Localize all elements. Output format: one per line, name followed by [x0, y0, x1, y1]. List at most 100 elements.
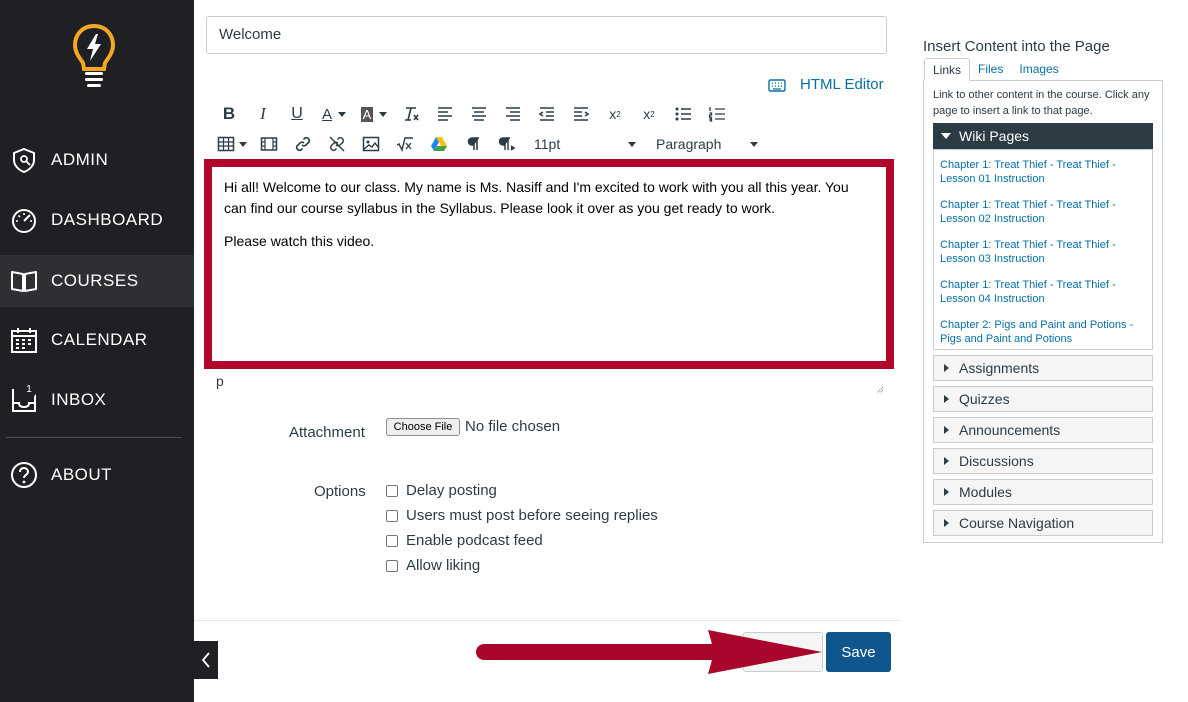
remove-link-button[interactable] — [320, 131, 354, 157]
indent-button[interactable] — [564, 101, 598, 127]
choose-file-button[interactable]: Choose File — [386, 418, 460, 436]
nav-item-about[interactable]: ABOUT — [0, 449, 194, 501]
insert-link-button[interactable] — [286, 131, 320, 157]
section-label: Assignments — [959, 360, 1040, 376]
wiki-page-link[interactable]: Chapter 2: Pigs and Paint and Potions - … — [940, 318, 1146, 346]
wiki-pages-list: Chapter 1: Treat Thief - Treat Thief - L… — [933, 149, 1153, 350]
nav-label-about: ABOUT — [51, 465, 113, 484]
italic-button[interactable]: I — [246, 101, 280, 127]
nav-item-admin[interactable]: ADMIN — [0, 134, 194, 186]
subscript-button[interactable]: x2 — [632, 101, 666, 127]
ltr-direction-button[interactable] — [456, 131, 490, 157]
insert-math-button[interactable] — [388, 131, 422, 157]
caret-right-icon — [944, 395, 949, 403]
section-modules[interactable]: Modules — [933, 479, 1153, 505]
keyboard-icon — [768, 78, 786, 92]
nav-label-calendar: CALENDAR — [51, 330, 148, 349]
media-button[interactable] — [252, 131, 286, 157]
option-delay-posting[interactable]: Delay posting — [386, 482, 497, 499]
option-podcast-feed[interactable]: Enable podcast feed — [386, 532, 543, 549]
inbox-unread-badge: 1 — [21, 382, 37, 398]
tab-files[interactable]: Files — [970, 58, 1011, 81]
bullet-list-icon — [675, 107, 691, 121]
save-button[interactable]: Save — [826, 632, 891, 672]
rich-text-editor-body[interactable]: Hi all! Welcome to our class. My name is… — [204, 159, 894, 369]
google-drive-button[interactable] — [422, 131, 456, 157]
section-quizzes[interactable]: Quizzes — [933, 386, 1153, 412]
calendar-icon — [11, 328, 37, 353]
font-size-select[interactable]: 11pt — [530, 131, 640, 157]
book-icon — [11, 271, 37, 292]
square-root-icon — [396, 137, 413, 153]
chevron-down-icon — [750, 141, 758, 147]
text-color-button[interactable]: A — [314, 101, 354, 127]
block-format-value: Paragraph — [656, 136, 722, 152]
post-before-replies-checkbox[interactable] — [386, 509, 398, 522]
links-description: Link to other content in the course. Cli… — [933, 89, 1150, 117]
delay-posting-checkbox[interactable] — [386, 484, 398, 497]
align-center-button[interactable] — [462, 101, 496, 127]
wiki-pages-label: Wiki Pages — [959, 128, 1030, 144]
global-nav-sidebar: ADMIN DASHBOARD COURSES CALENDAR INBOX 1 — [0, 0, 194, 702]
table-button[interactable] — [212, 131, 252, 157]
wiki-page-link[interactable]: Chapter 1: Treat Thief - Treat Thief - L… — [940, 238, 1146, 266]
option-allow-liking[interactable]: Allow liking — [386, 557, 480, 574]
section-label: Discussions — [959, 453, 1034, 469]
nav-item-dashboard[interactable]: DASHBOARD — [0, 194, 194, 246]
caret-right-icon — [944, 364, 949, 372]
background-color-button[interactable]: A — [354, 101, 394, 127]
wiki-page-link[interactable]: Chapter 1: Treat Thief - Treat Thief - L… — [940, 278, 1146, 306]
section-announcements[interactable]: Announcements — [933, 417, 1153, 443]
section-discussions[interactable]: Discussions — [933, 448, 1153, 474]
tab-links[interactable]: Links — [924, 58, 971, 81]
resize-handle-icon[interactable] — [874, 384, 884, 394]
paragraph-rtl-icon — [498, 137, 516, 151]
underline-button[interactable]: U — [280, 101, 314, 127]
insert-image-button[interactable] — [354, 131, 388, 157]
lightbulb-logo-icon[interactable] — [70, 22, 118, 90]
section-course-navigation[interactable]: Course Navigation — [933, 510, 1153, 536]
nav-item-courses[interactable]: COURSES — [0, 255, 194, 307]
caret-right-icon — [944, 426, 949, 434]
bullet-list-button[interactable] — [666, 101, 700, 127]
align-left-button[interactable] — [428, 101, 462, 127]
superscript-button[interactable]: x2 — [598, 101, 632, 127]
bold-button[interactable]: B — [212, 101, 246, 127]
section-label: Course Navigation — [959, 515, 1075, 531]
outdent-button[interactable] — [530, 101, 564, 127]
allow-liking-checkbox[interactable] — [386, 559, 398, 572]
nav-label-inbox: INBOX — [51, 390, 107, 409]
title-input[interactable]: Welcome — [206, 16, 887, 54]
option-post-before-replies[interactable]: Users must post before seeing replies — [386, 507, 658, 524]
outdent-icon — [538, 107, 554, 121]
content-picker-title: Insert Content into the Page — [923, 38, 1110, 55]
element-path: p — [216, 373, 224, 389]
wiki-page-link[interactable]: Chapter 1: Treat Thief - Treat Thief - L… — [940, 158, 1146, 186]
rtl-direction-button[interactable] — [490, 131, 524, 157]
paragraph-ltr-icon — [467, 137, 479, 150]
collapse-nav-button[interactable] — [194, 641, 218, 679]
speedometer-icon — [12, 209, 36, 233]
film-icon — [260, 137, 278, 151]
podcast-feed-checkbox[interactable] — [386, 534, 398, 547]
nav-item-calendar[interactable]: CALENDAR — [0, 314, 194, 366]
html-editor-label: HTML Editor — [800, 76, 884, 93]
wiki-pages-header[interactable]: Wiki Pages — [933, 123, 1153, 149]
options-label: Options — [314, 483, 366, 500]
clear-formatting-button[interactable] — [394, 101, 428, 127]
option-label: Enable podcast feed — [406, 532, 543, 549]
annotation-arrow-icon — [476, 630, 822, 674]
attachment-label: Attachment — [289, 424, 365, 441]
section-label: Modules — [959, 484, 1012, 500]
block-format-select[interactable]: Paragraph — [652, 131, 762, 157]
section-label: Quizzes — [959, 391, 1010, 407]
align-right-button[interactable] — [496, 101, 530, 127]
google-drive-icon — [431, 137, 447, 151]
numbered-list-button[interactable] — [700, 101, 734, 127]
table-icon — [217, 136, 235, 152]
html-editor-toggle[interactable]: HTML Editor — [768, 76, 884, 93]
tab-images[interactable]: Images — [1011, 58, 1066, 81]
section-assignments[interactable]: Assignments — [933, 355, 1153, 381]
wiki-page-link[interactable]: Chapter 1: Treat Thief - Treat Thief - L… — [940, 198, 1146, 226]
clear-formatting-icon — [405, 107, 419, 121]
